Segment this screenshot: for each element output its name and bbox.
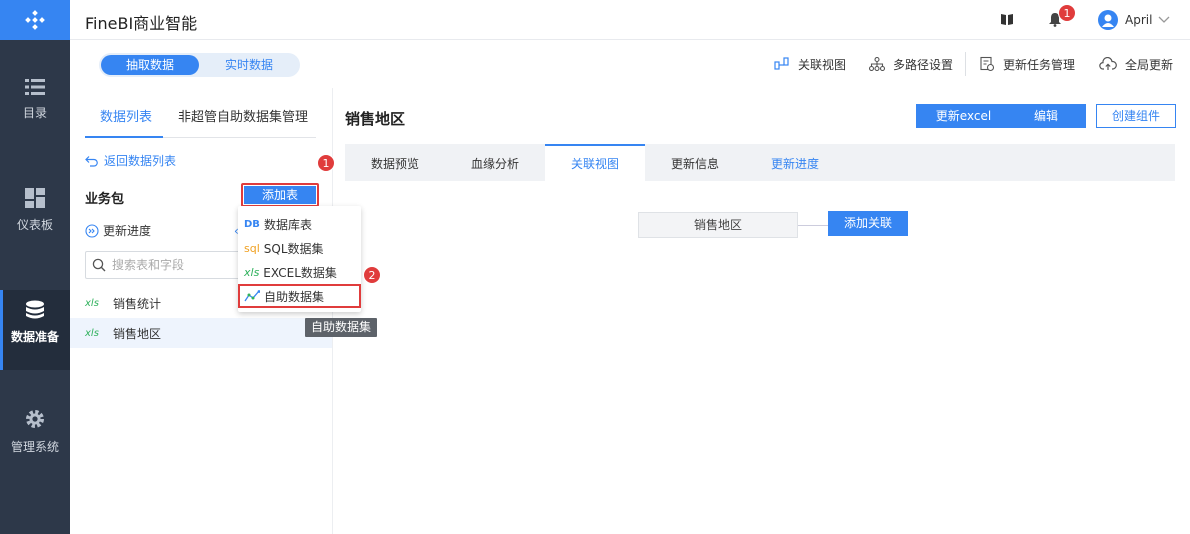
nav-item-data-prep[interactable]: 数据准备 <box>0 290 70 370</box>
tab-data-preview[interactable]: 数据预览 <box>345 144 445 181</box>
database-icon <box>26 300 44 319</box>
app-title: FineBI商业智能 <box>85 14 198 33</box>
menu-label: EXCEL数据集 <box>263 265 337 280</box>
data-mode-switch: 抽取数据 实时数据 <box>99 53 300 77</box>
chevron-down-icon[interactable] <box>1158 13 1170 28</box>
multipath-label: 多路径设置 <box>893 57 954 72</box>
tab-update-info[interactable]: 更新信息 <box>645 144 745 181</box>
db-icon: DB <box>244 218 260 230</box>
main-panel: 销售地区 更新excel 编辑 创建组件 数据预览 血缘分析 关联视图 更新信息… <box>332 88 1190 534</box>
table-node[interactable]: 销售地区 <box>638 212 798 238</box>
add-table-label: 添加表 <box>244 186 316 204</box>
back-label: 返回数据列表 <box>104 154 177 168</box>
create-component-button[interactable]: 创建组件 <box>1096 104 1176 128</box>
nav-item-catalog[interactable]: 目录 <box>0 78 70 148</box>
edit-button[interactable]: 编辑 <box>1006 104 1086 128</box>
notification-badge: 1 <box>1058 4 1076 22</box>
update-progress-link[interactable]: 更新进度 <box>85 222 151 239</box>
nav-label: 管理系统 <box>10 440 59 454</box>
self-service-dataset-icon <box>244 290 260 302</box>
menu-label: 自助数据集 <box>264 289 325 304</box>
step-badge-1: 1 <box>317 154 335 172</box>
tab-realtime-data[interactable]: 实时数据 <box>199 53 299 77</box>
relation-icon <box>774 57 789 70</box>
hierarchy-icon <box>869 57 885 71</box>
excel-icon: xls <box>85 297 99 309</box>
nav-item-admin[interactable]: 管理系统 <box>0 408 70 478</box>
tab-data-list[interactable]: 数据列表 <box>100 106 152 125</box>
menu-item-database-table[interactable]: DB 数据库表 <box>244 213 312 235</box>
nav-item-dashboard[interactable]: 仪表板 <box>0 188 70 258</box>
menu-label: SQL数据集 <box>263 241 324 256</box>
tab-extract-data[interactable]: 抽取数据 <box>101 55 199 75</box>
update-task-label: 更新任务管理 <box>1003 57 1076 72</box>
detail-tabs: 数据预览 血缘分析 关联视图 更新信息 更新进度 <box>345 144 1175 181</box>
multipath-button[interactable]: 多路径设置 <box>869 55 953 73</box>
user-name[interactable]: April <box>1125 13 1152 27</box>
divider <box>965 52 966 76</box>
nav-label: 数据准备 <box>10 330 59 344</box>
page-title: 销售地区 <box>345 110 406 128</box>
nav-label: 目录 <box>22 106 47 120</box>
package-title: 业务包 <box>85 192 125 207</box>
relation-view-label: 关联视图 <box>798 57 847 72</box>
relation-line <box>798 225 828 226</box>
tab-relation-view[interactable]: 关联视图 <box>545 144 645 181</box>
top-header: FineBI商业智能 1 April <box>70 0 1190 40</box>
avatar[interactable] <box>1098 10 1118 30</box>
global-update-button[interactable]: 全局更新 <box>1099 55 1173 73</box>
toolbar: 抽取数据 实时数据 关联视图 多路径设置 更新任务管理 全局更新 <box>70 40 1190 88</box>
relation-canvas: 销售地区 添加关联 <box>345 181 1175 534</box>
back-to-list-link[interactable]: 返回数据列表 <box>85 152 176 169</box>
update-progress-label: 更新进度 <box>103 224 152 238</box>
add-table-menu: DB 数据库表 sql SQL数据集 xls EXCEL数据集 自助数据集 <box>238 206 361 312</box>
table-name: 销售统计 <box>113 296 162 311</box>
update-task-button[interactable]: 更新任务管理 <box>979 55 1075 73</box>
search-icon <box>92 258 106 272</box>
side-nav: 目录 仪表板 数据准备 管理系统 <box>0 0 70 534</box>
global-update-label: 全局更新 <box>1125 57 1174 72</box>
book-icon[interactable] <box>1000 13 1014 29</box>
relation-view-button[interactable]: 关联视图 <box>774 55 846 73</box>
tooltip: 自助数据集 <box>305 318 377 337</box>
table-row-selected[interactable]: xls 销售地区 <box>70 318 332 348</box>
nav-label: 仪表板 <box>16 218 53 232</box>
list-icon <box>25 79 45 95</box>
task-icon <box>980 56 995 72</box>
dashboard-icon <box>25 188 45 208</box>
tab-non-admin-datasets[interactable]: 非超管自助数据集管理 <box>178 106 308 125</box>
tab-lineage[interactable]: 血缘分析 <box>445 144 545 181</box>
progress-icon <box>85 223 99 238</box>
step-badge-2: 2 <box>363 266 381 284</box>
update-excel-button[interactable]: 更新excel <box>916 104 1011 128</box>
menu-item-excel-dataset[interactable]: xls EXCEL数据集 <box>244 261 337 283</box>
add-table-button[interactable]: 添加表 <box>241 183 319 207</box>
gear-icon <box>26 410 44 428</box>
active-tab-underline <box>85 136 163 138</box>
menu-item-self-service-dataset[interactable]: 自助数据集 <box>244 285 324 307</box>
excel-icon: xls <box>85 327 99 339</box>
cloud-refresh-icon <box>1099 57 1117 70</box>
table-name: 销售地区 <box>113 326 162 341</box>
sql-icon: sql <box>244 241 260 255</box>
return-arrow-icon <box>85 155 98 167</box>
app-logo[interactable] <box>0 0 70 40</box>
menu-label: 数据库表 <box>263 217 312 232</box>
add-relation-button[interactable]: 添加关联 <box>828 211 908 236</box>
menu-item-sql-dataset[interactable]: sql SQL数据集 <box>244 237 324 259</box>
excel-icon: xls <box>244 265 260 279</box>
tab-update-progress[interactable]: 更新进度 <box>745 144 845 181</box>
